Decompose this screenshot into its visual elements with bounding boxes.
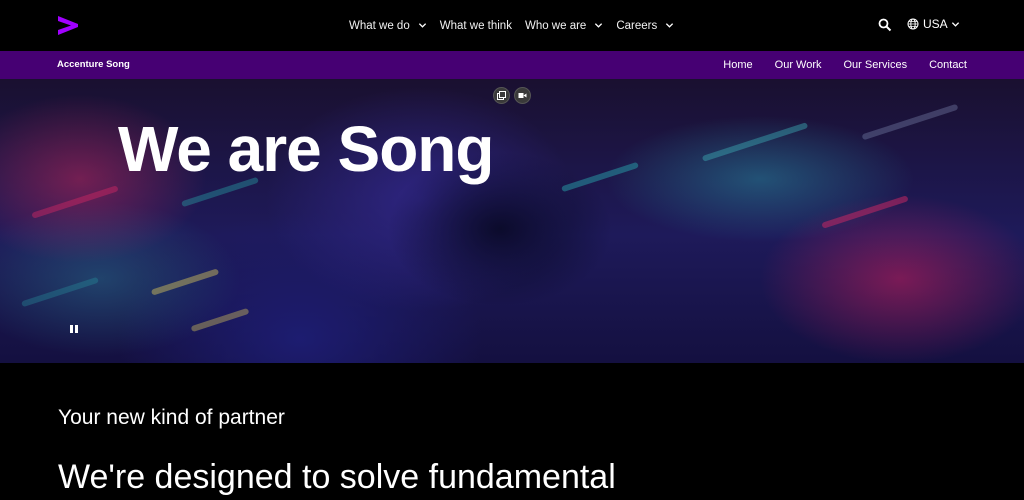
- top-navigation: What we do What we think Who we are Care…: [0, 0, 1024, 51]
- chevron-down-icon: [951, 21, 959, 27]
- light-streak: [190, 307, 250, 333]
- light-streak: [31, 185, 119, 219]
- sub-navigation: Accenture Song Home Our Work Our Service…: [0, 51, 1024, 79]
- chevron-down-icon: [666, 23, 674, 28]
- light-streak: [561, 161, 639, 193]
- light-streak: [701, 122, 809, 162]
- hero-video: We are Song: [0, 79, 1024, 363]
- hero-title: We are Song: [118, 113, 494, 185]
- menu-item-label: What we think: [439, 19, 512, 32]
- video-camera-button[interactable]: [514, 87, 531, 104]
- subnav-link-home[interactable]: Home: [723, 59, 752, 71]
- subnav-link-our-work[interactable]: Our Work: [775, 59, 822, 71]
- brand-name[interactable]: Accenture Song: [57, 59, 130, 70]
- menu-item-label: What we do: [349, 19, 410, 32]
- sub-navigation-links: Home Our Work Our Services Contact: [701, 51, 967, 79]
- chevron-down-icon: [595, 23, 603, 28]
- picture-in-picture-icon: [497, 91, 506, 100]
- main-menu: What we do What we think Who we are Care…: [349, 0, 687, 51]
- search-icon[interactable]: [878, 18, 892, 32]
- subnav-link-contact[interactable]: Contact: [929, 59, 967, 71]
- video-camera-icon: [518, 93, 527, 98]
- pause-icon[interactable]: [67, 322, 81, 336]
- subnav-link-our-services[interactable]: Our Services: [844, 59, 908, 71]
- menu-item-what-we-think[interactable]: What we think: [440, 20, 512, 32]
- accenture-logo[interactable]: [56, 14, 80, 36]
- locale-selector[interactable]: USA: [907, 17, 960, 31]
- menu-item-what-we-do[interactable]: What we do: [349, 20, 427, 32]
- light-streak: [821, 195, 909, 229]
- locale-label: USA: [923, 17, 948, 31]
- globe-icon: [907, 18, 919, 30]
- section-headline: We're designed to solve fundamental: [58, 458, 616, 496]
- section-kicker: Your new kind of partner: [58, 406, 285, 429]
- light-streak: [861, 103, 959, 141]
- menu-item-label: Careers: [616, 19, 658, 32]
- menu-item-careers[interactable]: Careers: [616, 20, 674, 32]
- light-streak: [150, 268, 220, 296]
- chevron-down-icon: [418, 23, 426, 28]
- menu-item-label: Who we are: [524, 19, 587, 32]
- menu-item-who-we-are[interactable]: Who we are: [525, 20, 603, 32]
- light-streak: [21, 276, 99, 308]
- picture-in-picture-button[interactable]: [493, 87, 510, 104]
